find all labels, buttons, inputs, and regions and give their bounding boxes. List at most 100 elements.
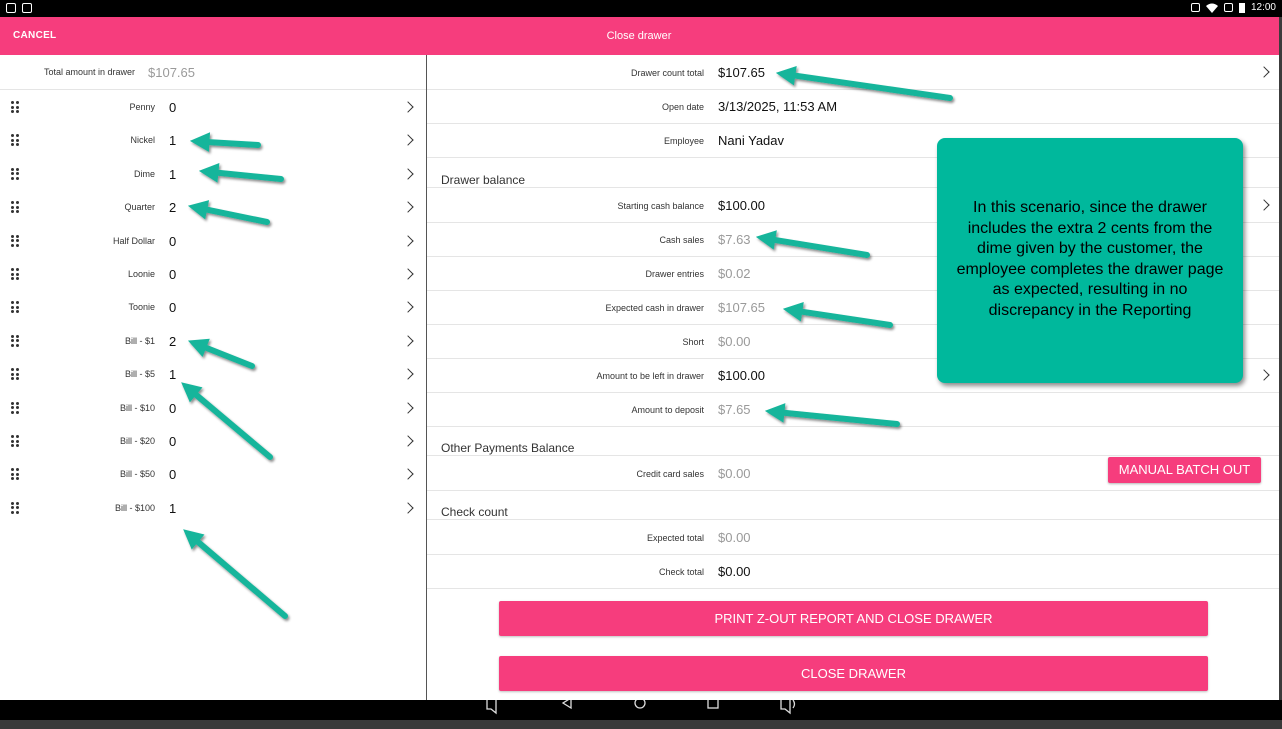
denomination-row[interactable]: Bill - $10 0: [0, 391, 426, 424]
denomination-label: Loonie: [127, 269, 155, 279]
chevron-right-icon: [402, 401, 414, 414]
total-amount-value: $107.65: [148, 65, 195, 80]
drawer-count-total-value: $107.65: [718, 65, 765, 80]
check-total-label: Check total: [658, 567, 704, 577]
denomination-label: Bill - $50: [119, 469, 155, 480]
employee-label: Employee: [663, 136, 704, 146]
check-count-heading: Check count: [441, 505, 508, 519]
denomination-row[interactable]: Quarter 2: [0, 190, 426, 223]
denomination-count: 1: [169, 133, 177, 149]
denomination-count: 0: [169, 300, 177, 316]
volume-down-icon[interactable]: [486, 700, 497, 715]
nav-icons: [486, 700, 796, 715]
denomination-label: Quarter: [124, 202, 155, 213]
cast-icon: [1190, 3, 1200, 12]
denomination-row[interactable]: Penny 0: [0, 90, 426, 123]
amount-deposit-row: Amount to deposit $7.65: [427, 392, 1279, 427]
amount-left-label: Amount to be left in drawer: [596, 371, 704, 381]
bottom-strip: [0, 720, 1282, 729]
denomination-row[interactable]: Bill - $20 0: [0, 424, 426, 457]
drawer-count-total-row[interactable]: Drawer count total $107.65: [427, 55, 1279, 90]
check-total-value: $0.00: [718, 564, 751, 579]
cash-sales-value: $7.63: [718, 232, 751, 247]
denomination-count: 0: [169, 400, 177, 416]
denomination-count: 2: [169, 333, 177, 349]
print-z-out-close-button[interactable]: PRINT Z-OUT REPORT AND CLOSE DRAWER: [499, 601, 1208, 636]
chevron-right-icon: [402, 435, 414, 447]
drawer-entries-label: Drawer entries: [645, 269, 704, 279]
chevron-right-icon: [402, 201, 414, 213]
denomination-row[interactable]: Bill - $1 2: [0, 324, 426, 357]
app-bar: CANCEL Close drawer: [0, 17, 1282, 55]
amount-deposit-label: Amount to deposit: [631, 405, 704, 415]
close-drawer-button[interactable]: CLOSE DRAWER: [499, 656, 1208, 691]
system-nav-bar: [0, 700, 1282, 729]
check-notification-icon: [22, 3, 32, 13]
manual-batch-out-button[interactable]: MANUAL BATCH OUT: [1108, 457, 1261, 483]
status-bar: 12:00: [0, 0, 1282, 17]
denomination-row[interactable]: Bill - $5 1: [0, 357, 426, 390]
denomination-label: Dime: [133, 168, 155, 179]
denomination-count: 1: [169, 166, 177, 182]
chevron-right-icon: [402, 502, 414, 514]
recents-icon[interactable]: [707, 700, 719, 709]
denomination-row[interactable]: Bill - $50 0: [0, 457, 426, 490]
check-total-row[interactable]: Check total $0.00: [427, 554, 1279, 589]
chevron-right-icon: [402, 101, 414, 113]
drawer-entries-value: $0.02: [718, 266, 751, 281]
denomination-panel: Total amount in drawer $107.65 Penny 0 Nic…: [0, 55, 427, 700]
page-title: Close drawer: [606, 30, 672, 42]
denomination-label: Toonie: [128, 302, 155, 313]
short-value: $0.00: [718, 334, 751, 349]
denomination-row[interactable]: Toonie 0: [0, 290, 426, 323]
denomination-label: Nickel: [130, 135, 155, 146]
short-label: Short: [682, 337, 704, 347]
app-notification-icon: [6, 3, 16, 13]
status-time: 12:00: [1250, 2, 1276, 13]
credit-card-sales-value: $0.00: [718, 466, 751, 481]
cash-sales-label: Cash sales: [659, 235, 704, 245]
other-payments-heading: Other Payments Balance: [441, 441, 575, 455]
expected-cash-value: $107.65: [718, 300, 765, 315]
denomination-label: Bill - $20: [119, 436, 155, 446]
chevron-right-icon: [402, 468, 414, 481]
back-icon[interactable]: [561, 700, 572, 710]
denomination-row[interactable]: Bill - $100 1: [0, 491, 426, 524]
denomination-label: Bill - $100: [114, 502, 155, 513]
wifi-icon: [1205, 3, 1218, 13]
chevron-right-icon: [402, 234, 414, 247]
chevron-right-icon: [402, 168, 414, 180]
total-amount-label: Total amount in drawer: [43, 67, 135, 77]
status-bar-left: [6, 3, 32, 13]
credit-card-sales-label: Credit card sales: [636, 469, 704, 479]
tutorial-callout: In this scenario, since the drawer inclu…: [937, 138, 1243, 383]
denomination-count: 0: [169, 267, 177, 282]
chevron-right-icon: [402, 268, 414, 280]
open-date-label: Open date: [661, 102, 704, 112]
no-sim-icon: [1223, 3, 1233, 12]
battery-icon: [1238, 2, 1245, 13]
amount-deposit-value: $7.65: [718, 402, 751, 417]
denomination-row[interactable]: Dime 1: [0, 157, 426, 190]
denomination-count: 2: [169, 200, 177, 216]
denomination-row[interactable]: Loonie 0: [0, 257, 426, 290]
chevron-right-icon: [1258, 199, 1270, 211]
chevron-right-icon: [402, 368, 414, 380]
denomination-label: Half Dollar: [112, 235, 155, 246]
total-amount-row: Total amount in drawer $107.65: [0, 55, 426, 90]
denomination-row[interactable]: Nickel 1: [0, 123, 426, 156]
chevron-right-icon: [1258, 66, 1270, 78]
denomination-count: 0: [169, 434, 177, 449]
denomination-count: 0: [169, 467, 177, 483]
volume-up-icon[interactable]: [780, 700, 796, 715]
open-date-row: Open date 3/13/2025, 11:53 AM: [427, 89, 1279, 124]
denomination-label: Bill - $10: [119, 402, 155, 413]
denomination-row[interactable]: Half Dollar 0: [0, 224, 426, 257]
drawer-count-total-label: Drawer count total: [630, 68, 704, 78]
denomination-count: 1: [169, 367, 177, 383]
expected-total-label: Expected total: [646, 533, 704, 543]
amount-left-value: $100.00: [718, 368, 765, 383]
chevron-right-icon: [402, 301, 414, 314]
denomination-count: 1: [169, 500, 177, 516]
home-icon[interactable]: [634, 700, 646, 709]
